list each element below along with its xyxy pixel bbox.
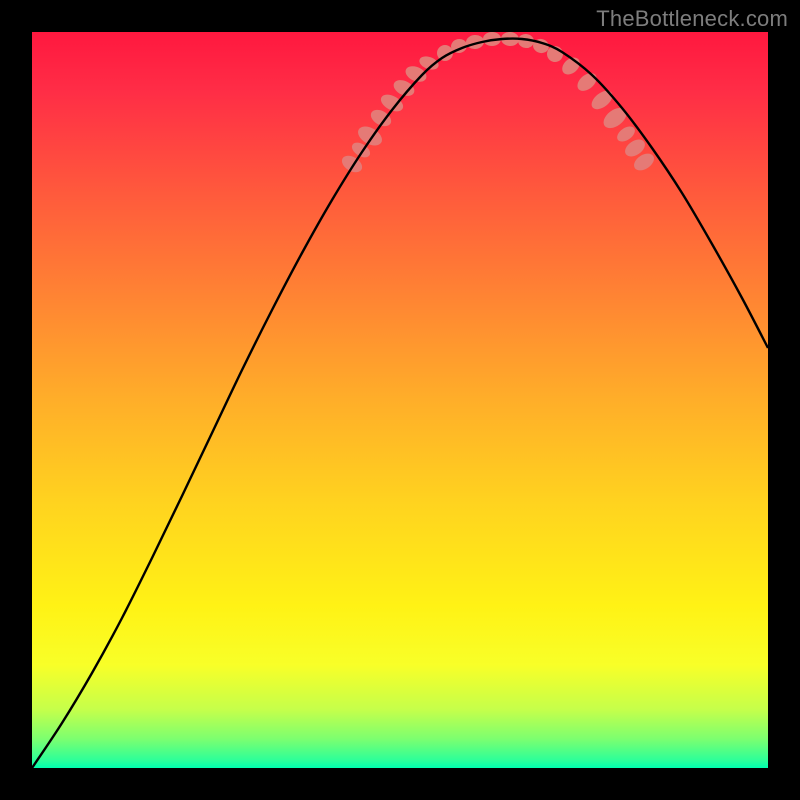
outer-frame: TheBottleneck.com [0, 0, 800, 800]
plot-area [32, 32, 768, 768]
marker-blob [588, 87, 616, 113]
marker-blobs [339, 31, 657, 175]
chart-svg [32, 32, 768, 768]
watermark-label: TheBottleneck.com [596, 6, 788, 32]
marker-blob [574, 70, 600, 95]
bottleneck-curve [32, 39, 768, 768]
